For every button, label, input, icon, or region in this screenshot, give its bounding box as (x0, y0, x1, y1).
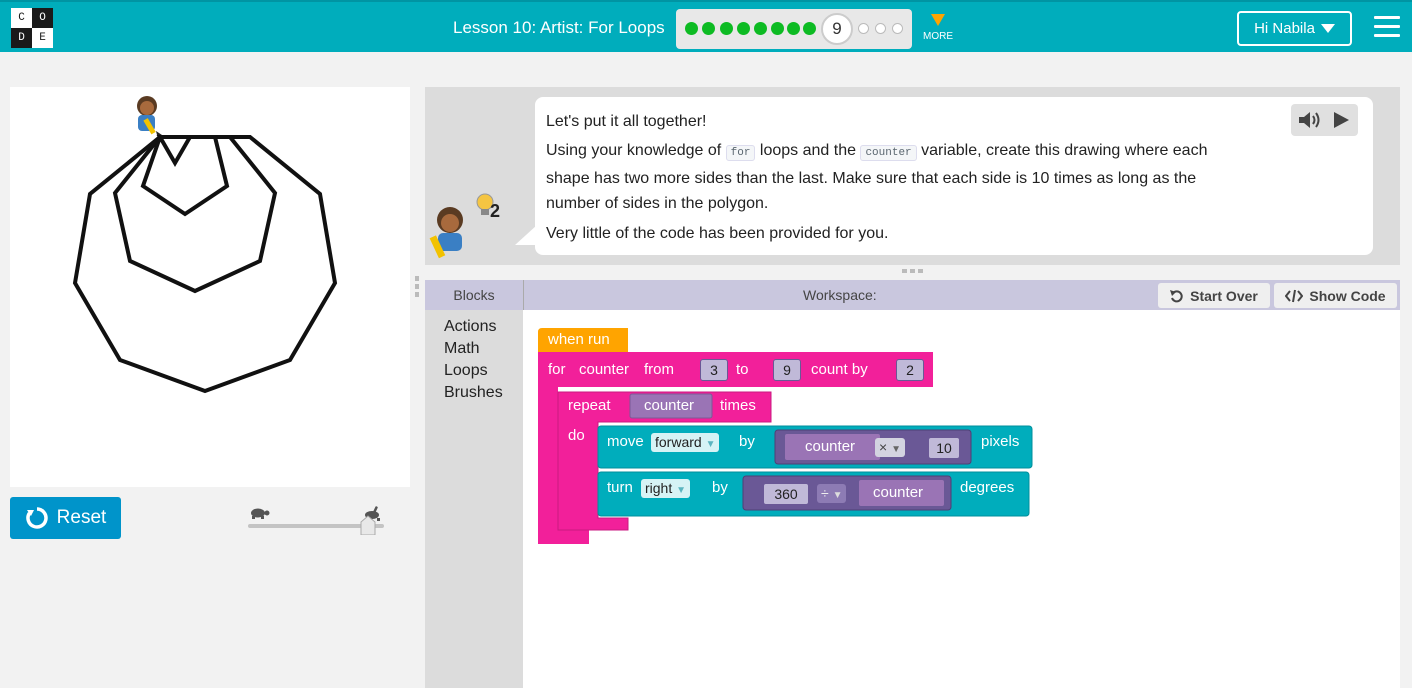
logo-letter: E (32, 28, 53, 48)
level-dot-completed[interactable] (737, 22, 750, 35)
code-icon (1285, 289, 1304, 302)
bubble-tail (515, 225, 537, 245)
instruction-line: shape has two more sides than the last. … (546, 170, 1197, 187)
more-arrow-icon (931, 14, 945, 26)
repeat-counter-variable[interactable]: counter (644, 397, 694, 414)
turn-by-keyword: by (712, 479, 728, 496)
level-dot-completed[interactable] (754, 22, 767, 35)
code-snippet: counter (860, 145, 917, 161)
artist-character-icon (137, 96, 162, 135)
category-brushes[interactable]: Brushes (444, 384, 503, 402)
reset-label: Reset (56, 507, 107, 528)
level-progress: 9 (676, 9, 912, 49)
artist-canvas (10, 87, 410, 487)
dropdown-arrow-icon: ▼ (705, 439, 716, 450)
level-dot-completed[interactable] (771, 22, 784, 35)
times-keyword: times (720, 397, 756, 414)
instruction-line: Very little of the code has been provide… (546, 225, 889, 242)
level-dot-empty[interactable] (858, 23, 869, 34)
user-greeting: Hi Nabila (1254, 20, 1315, 37)
for-keyword: for (548, 361, 566, 378)
undo-icon (1170, 289, 1183, 302)
blockly-workspace[interactable]: when run for counter from 3 to 9 count b… (523, 310, 1400, 688)
instructions-bubble: Let's put it all together! Using your kn… (535, 97, 1373, 255)
audio-controls (1291, 104, 1358, 136)
more-label: MORE (923, 31, 953, 42)
blocks-tab[interactable]: Blocks (425, 280, 524, 310)
level-dot-completed[interactable] (685, 22, 698, 35)
speed-slider[interactable] (248, 505, 386, 536)
vertical-resize-handle[interactable] (902, 268, 924, 274)
count-by-keyword: count by (811, 361, 868, 378)
from-value-input[interactable]: 3 (700, 359, 728, 381)
more-levels-button[interactable]: MORE (922, 14, 954, 42)
level-dot-empty[interactable] (892, 23, 903, 34)
hint-count: 2 (490, 201, 501, 221)
multiply-operator-dropdown[interactable]: × ▼ (875, 438, 905, 457)
repeat-keyword: repeat (568, 397, 611, 414)
level-dot-completed[interactable] (702, 22, 715, 35)
degrees-keyword: degrees (960, 479, 1015, 496)
logo-letter: C (11, 8, 32, 28)
lesson-title[interactable]: Lesson 10: Artist: For Loops (453, 18, 665, 38)
count-by-value-input[interactable]: 2 (896, 359, 924, 381)
instruction-line: Using your knowledge of for loops and th… (546, 142, 1208, 161)
drawing-heptagon (112, 135, 278, 294)
reset-button[interactable]: Reset (10, 497, 121, 539)
to-value-input[interactable]: 9 (773, 359, 801, 381)
workspace-header: Blocks Workspace: Start Over Show Code (425, 280, 1400, 310)
level-dot-empty[interactable] (875, 23, 886, 34)
current-level-bubble[interactable]: 9 (821, 13, 853, 45)
target-drawing (72, 96, 338, 394)
drawing-nonagon (72, 135, 338, 394)
top-nav-bar: C O D E Lesson 10: Artist: For Loops 9 M… (0, 0, 1412, 52)
play-icon[interactable] (1332, 111, 1350, 129)
category-math[interactable]: Math (444, 340, 480, 358)
move-keyword: move (607, 433, 644, 450)
hamburger-menu-icon[interactable] (1374, 16, 1400, 40)
turn-direction-dropdown[interactable]: right ▼ (641, 479, 691, 498)
when-run-block[interactable]: when run (548, 331, 610, 348)
divide-value-input[interactable]: 360 (763, 483, 809, 505)
logo-letter: O (32, 8, 53, 28)
dropdown-arrow-icon: ▼ (676, 485, 687, 496)
show-code-button[interactable]: Show Code (1274, 283, 1397, 308)
level-dot-completed[interactable] (803, 22, 816, 35)
by-keyword: by (739, 433, 755, 450)
from-keyword: from (644, 361, 674, 378)
instruction-line: number of sides in the polygon. (546, 195, 769, 212)
workspace-title: Workspace: (803, 287, 877, 303)
turtle-icon (251, 508, 270, 519)
move-direction-dropdown[interactable]: forward ▼ (651, 433, 720, 452)
horizontal-resize-handle[interactable] (414, 276, 420, 298)
toolbox: Actions Math Loops Brushes (425, 310, 523, 688)
code-snippet: for (725, 145, 756, 161)
reset-icon (25, 507, 48, 529)
category-actions[interactable]: Actions (444, 318, 496, 336)
move-counter-variable[interactable]: counter (805, 438, 855, 455)
speaker-icon[interactable] (1298, 110, 1322, 130)
instruction-line: Let's put it all together! (546, 113, 707, 130)
level-dot-completed[interactable] (720, 22, 733, 35)
pixels-keyword: pixels (981, 433, 1020, 450)
caret-down-icon (1320, 24, 1335, 33)
logo-letter: D (11, 28, 32, 48)
drawing-triangle (156, 135, 194, 168)
level-dot-completed[interactable] (787, 22, 800, 35)
do-keyword: do (568, 427, 585, 444)
turn-keyword: turn (607, 479, 633, 496)
category-loops[interactable]: Loops (444, 362, 488, 380)
user-menu-button[interactable]: Hi Nabila (1237, 11, 1352, 46)
to-keyword: to (736, 361, 749, 378)
start-over-button[interactable]: Start Over (1158, 283, 1270, 308)
multiply-value-input[interactable]: 10 (928, 437, 960, 459)
divide-operator-dropdown[interactable]: ÷ ▼ (817, 484, 847, 503)
code-org-logo[interactable]: C O D E (11, 8, 53, 49)
turn-counter-variable[interactable]: counter (873, 484, 923, 501)
for-variable[interactable]: counter (579, 361, 629, 378)
